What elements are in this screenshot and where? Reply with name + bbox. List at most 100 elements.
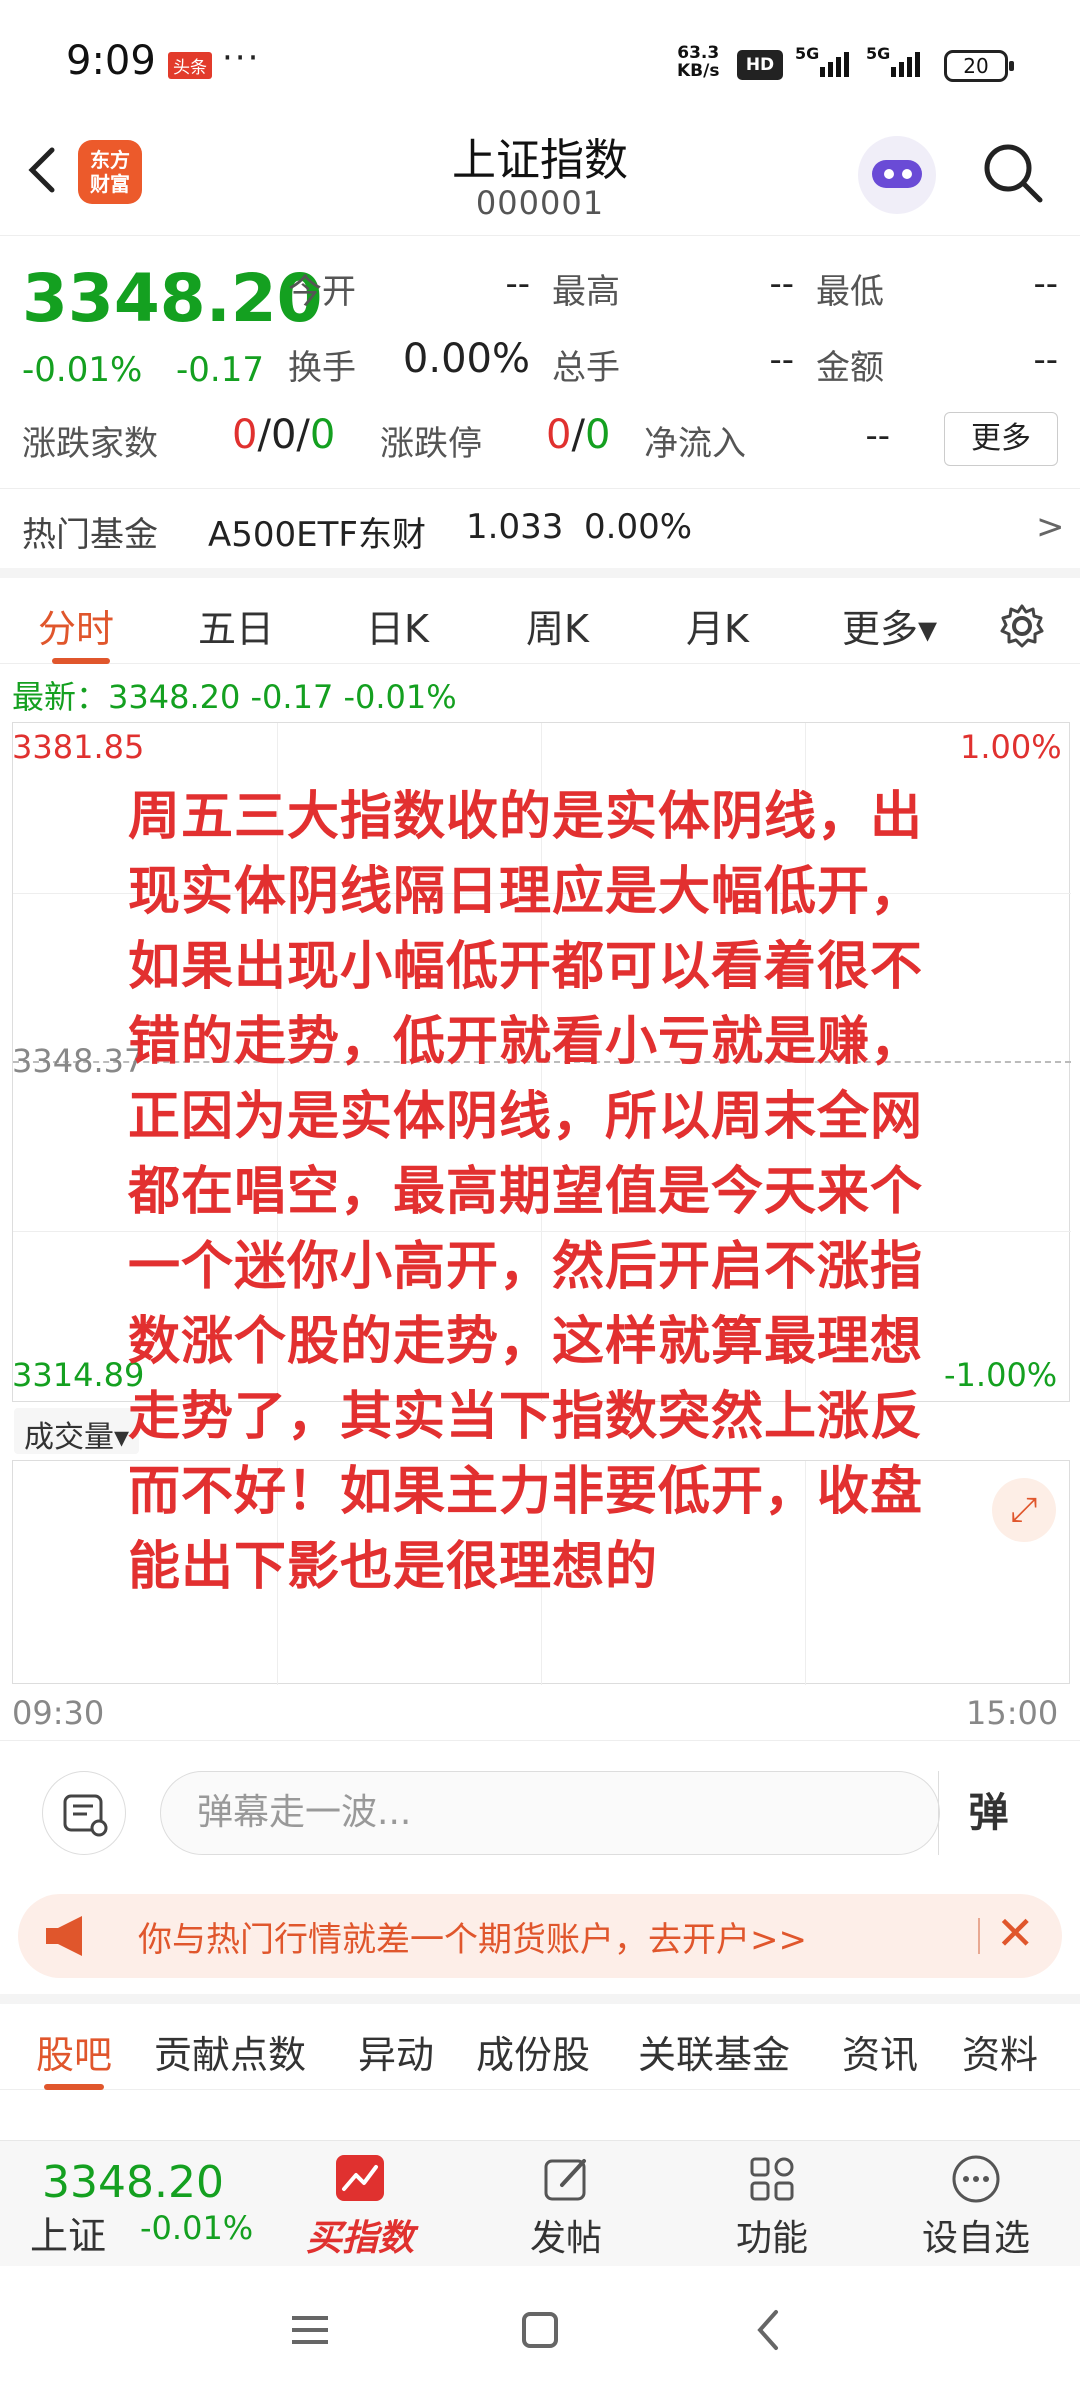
menu-icon[interactable]	[280, 2300, 340, 2360]
limit-count: 0/0	[546, 412, 610, 458]
grid-icon	[750, 2157, 794, 2201]
tab-components[interactable]: 成份股	[476, 2024, 590, 2079]
lower-price-label: 3314.89	[12, 1356, 145, 1394]
tab-more[interactable]: 更多▾	[842, 598, 937, 653]
volume-label: 总手	[552, 348, 620, 388]
start-time-label: 09:30	[12, 1694, 105, 1732]
amount-label: 金额	[816, 348, 884, 388]
open-value: --	[505, 264, 530, 304]
hot-fund-label: 热门基金	[22, 515, 158, 555]
up-count: 0	[232, 412, 258, 458]
upper-price-label: 3381.85	[12, 728, 145, 766]
danmu-toggle-button[interactable]: 弹	[938, 1771, 1038, 1855]
high-label: 最高	[552, 272, 620, 312]
network-type-1: 5G	[795, 44, 820, 63]
slash-1: /	[257, 412, 271, 458]
promo-text: 你与热门行情就差一个期货账户，去开户>>	[138, 1920, 807, 1960]
bottom-index-name: 上证	[30, 2214, 107, 2258]
notification-badge: 头条	[168, 52, 212, 79]
hot-fund-price: 1.033	[466, 507, 564, 547]
promo-divider	[978, 1918, 980, 1954]
add-watchlist-label: 设自选	[921, 2218, 1030, 2259]
quote-panel: 3348.20 -0.01% -0.17 今开 -- 最高 -- 最低 -- 换…	[0, 236, 1080, 566]
promo-banner[interactable]: 你与热门行情就差一个期货账户，去开户>> ✕	[18, 1894, 1062, 1978]
tab-monthly-k[interactable]: 月K	[686, 598, 749, 653]
danmu-list-icon	[63, 1794, 108, 1837]
hot-fund-pct: 0.00%	[584, 507, 693, 547]
content-tabs: 股吧 贡献点数 异动 成份股 关联基金 资讯 资料	[0, 1994, 1080, 2090]
volume-selector[interactable]: 成交量▾	[14, 1408, 140, 1455]
inflow-value: --	[865, 416, 890, 456]
danmu-input[interactable]: 弹幕走一波...	[160, 1771, 940, 1855]
more-circle-icon	[952, 2155, 1000, 2203]
gear-icon[interactable]	[998, 602, 1046, 650]
inflow-label: 净流入	[644, 424, 746, 464]
upper-pct-label: 1.00%	[960, 728, 1062, 766]
tab-weekly-k[interactable]: 周K	[526, 598, 589, 653]
bottom-change-pct: -0.01%	[140, 2209, 254, 2247]
buy-index-label: 买指数	[305, 2218, 414, 2259]
open-label: 今开	[288, 272, 356, 312]
network-speed: 63.3 KB/s	[677, 44, 719, 80]
danmu-settings-button[interactable]	[42, 1771, 126, 1855]
tab-daily-k[interactable]: 日K	[366, 598, 429, 653]
home-icon[interactable]	[510, 2300, 570, 2360]
slash-3: /	[571, 412, 585, 458]
post-label: 发帖	[529, 2218, 602, 2259]
function-label: 功能	[735, 2218, 808, 2259]
limit-up-count: 0	[546, 412, 572, 458]
updown-count-label: 涨跌家数	[22, 424, 158, 464]
tab-contribution[interactable]: 贡献点数	[154, 2024, 306, 2079]
expand-icon[interactable]: ⤢	[992, 1478, 1056, 1542]
tab-movement[interactable]: 异动	[358, 2024, 434, 2079]
assistant-robot-icon[interactable]	[858, 136, 936, 214]
lower-pct-label: -1.00%	[944, 1356, 1058, 1394]
turnover-value: 0.00%	[402, 336, 530, 382]
signal-icon-1	[820, 52, 852, 80]
flat-count: 0	[270, 412, 297, 458]
mid-price-label: 3348.37	[12, 1042, 145, 1080]
tab-profile[interactable]: 资料	[962, 2024, 1038, 2079]
hot-fund-name: A500ETF东财	[208, 515, 426, 555]
turnover-label: 换手	[288, 348, 356, 388]
tab-five-day[interactable]: 五日	[198, 598, 274, 653]
search-icon[interactable]	[980, 140, 1046, 206]
network-type-2: 5G	[866, 44, 891, 63]
hot-fund-row[interactable]: 热门基金 A500ETF东财 1.033 0.00% >	[0, 488, 1080, 564]
limit-down-count: 0	[584, 412, 611, 458]
status-more-icon: ···	[222, 38, 261, 78]
updown-count: 0/0/0	[232, 412, 335, 458]
add-watchlist-button[interactable]: 设自选	[906, 2151, 1046, 2261]
post-button[interactable]: 发帖	[496, 2151, 636, 2261]
more-button[interactable]: 更多	[944, 412, 1058, 466]
buy-index-button[interactable]: 买指数	[290, 2151, 430, 2261]
chart-period-tabs: 分时 五日 日K 周K 月K 更多▾	[0, 568, 1080, 664]
tab-news[interactable]: 资讯	[842, 2024, 918, 2079]
tab-related-funds[interactable]: 关联基金	[638, 2024, 790, 2079]
high-value: --	[769, 264, 794, 304]
overlay-comment-text: 周五三大指数收的是实体阴线，出现实体阴线隔日理应是大幅低开，如果出现小幅低开都可…	[128, 787, 924, 1597]
nav-back-icon[interactable]	[740, 2300, 800, 2360]
network-speed-value: 63.3	[677, 43, 720, 63]
slash-2: /	[296, 412, 310, 458]
low-label: 最低	[816, 272, 884, 312]
signal-icon-2	[891, 52, 923, 80]
tab-guba[interactable]: 股吧	[36, 2024, 112, 2079]
close-icon[interactable]: ✕	[996, 1906, 1035, 1960]
end-time-label: 15:00	[966, 1694, 1059, 1732]
low-value: --	[1033, 264, 1058, 304]
limit-label: 涨跌停	[380, 424, 482, 464]
latest-quote: 最新：3348.20 -0.17 -0.01%	[12, 678, 457, 716]
amount-value: --	[1033, 340, 1058, 380]
page-header: 东方 财富 上证指数 000001	[0, 110, 1080, 236]
content-peek	[0, 2096, 1080, 2140]
trend-chart-icon	[336, 2155, 384, 2201]
active-tab-indicator	[52, 658, 110, 664]
tab-intraday[interactable]: 分时	[38, 598, 114, 653]
status-time: 9:09	[66, 38, 156, 84]
battery-icon: 20	[944, 50, 1014, 82]
megaphone-icon	[46, 1916, 82, 1956]
function-button[interactable]: 功能	[702, 2151, 842, 2261]
index-price: 3348.20	[22, 260, 323, 337]
network-speed-unit: KB/s	[677, 61, 720, 81]
